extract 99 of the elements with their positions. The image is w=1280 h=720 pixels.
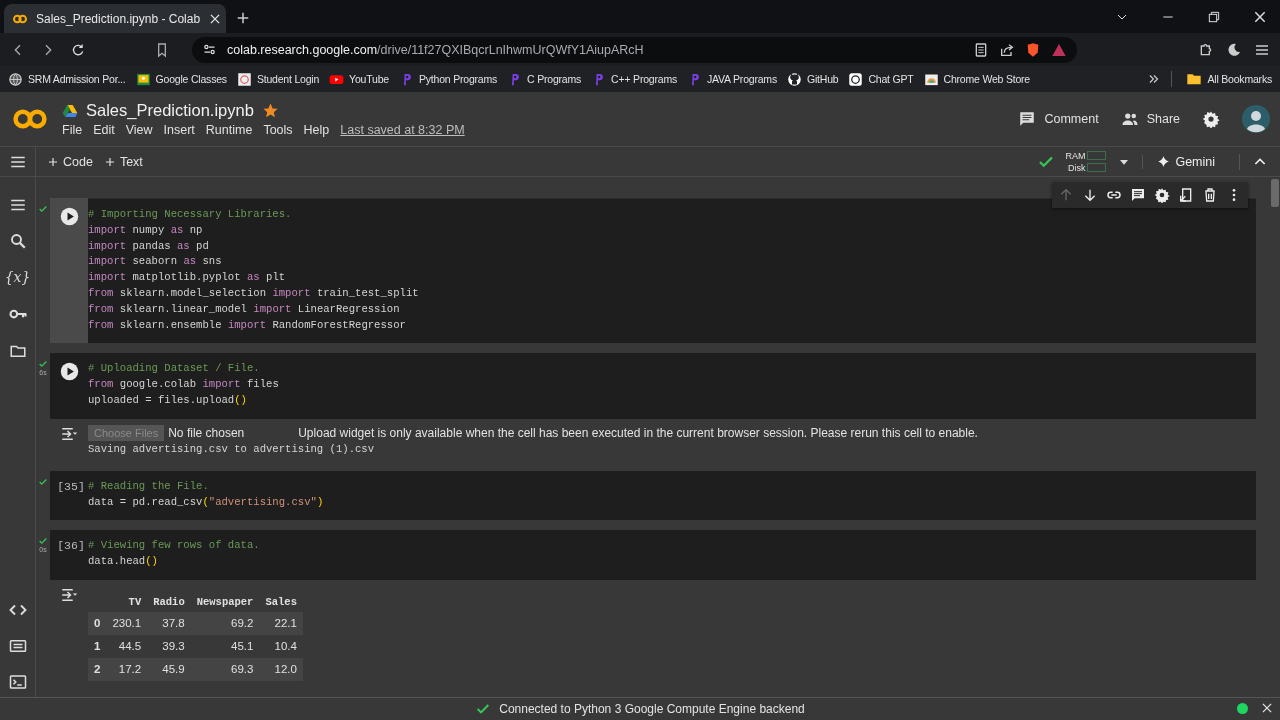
bookmark-link[interactable]: Student Login (232, 71, 324, 87)
column-header: TV (106, 591, 148, 612)
people-icon (1120, 110, 1139, 128)
extensions-icon[interactable] (1198, 41, 1214, 58)
code-cell[interactable]: [36] # Viewing few rows of data. data.head() (50, 530, 1256, 580)
bookmark-link[interactable]: C Programs (503, 71, 586, 87)
comment-button[interactable]: Comment (1018, 110, 1099, 128)
table-cell: 45.1 (190, 634, 260, 658)
comment-icon[interactable] (1130, 187, 1146, 203)
row-index: 0 (88, 611, 107, 635)
menu-item[interactable]: View (125, 123, 153, 137)
reader-icon[interactable] (973, 41, 989, 58)
moon-icon[interactable] (1226, 41, 1242, 58)
classroom-icon (135, 71, 151, 87)
search-icon[interactable] (8, 232, 27, 250)
status-message: Connected to Python 3 Google Compute Engine backend (499, 702, 805, 716)
close-icon[interactable] (1260, 701, 1274, 715)
bookmark-link[interactable]: Chrome Web Store (919, 71, 1034, 87)
column-header: Radio (147, 591, 191, 612)
code-text[interactable]: # Uploading Dataset / File. from google.colab import files uploaded = files.upload() (88, 361, 1256, 409)
output-text: Saving advertising.csv to advertising (1).csv (88, 442, 375, 455)
table-cell: 44.5 (106, 634, 148, 658)
command-palette-icon[interactable] (8, 637, 27, 655)
code-text[interactable]: # Importing Necessary Libraries. import numpy as np import pandas as pd import seaborn as sns import matplotlib.pyplot as plt from sklearn.model_selection import train_test_split from sklearn.linear_model import LinearRegression from sklearn.ensemble import RandomForestRegressor (88, 207, 1256, 334)
move-down-icon[interactable] (1082, 187, 1098, 203)
menu-item[interactable]: Tools (263, 123, 293, 137)
settings-icon[interactable] (1202, 110, 1220, 128)
delete-icon[interactable] (1202, 187, 1218, 203)
menu-item[interactable]: Help (303, 123, 330, 137)
table-cell: 69.2 (190, 611, 260, 635)
add-text-button[interactable]: Text (102, 154, 143, 169)
bookmark-folder[interactable]: All Bookmarks (1182, 71, 1276, 87)
browser-tab[interactable]: Sales_Prediction.ipynb - Colab (4, 4, 226, 33)
drive-icon (62, 102, 78, 119)
bookmark-link[interactable]: GitHub (782, 71, 843, 87)
table-cell: 22.1 (259, 611, 303, 635)
sparkle-icon (1157, 155, 1171, 168)
check-icon (38, 359, 48, 370)
menu-item[interactable]: Edit (93, 123, 115, 137)
terminal-icon[interactable] (8, 673, 27, 691)
resources-indicator[interactable]: RAM Disk (1065, 149, 1107, 174)
folder-icon (1186, 71, 1203, 87)
row-index: 1 (88, 634, 107, 658)
check-icon (38, 204, 48, 214)
column-header: Sales (259, 591, 303, 612)
add-code-button[interactable]: Code (46, 154, 93, 169)
site-settings-icon[interactable] (202, 42, 217, 57)
table-cell: 39.3 (147, 634, 191, 658)
code-cell[interactable] (50, 198, 1256, 344)
bookmark-link[interactable]: YouTube (325, 71, 393, 87)
run-button-icon[interactable] (59, 207, 79, 226)
bookmark-link[interactable]: Chat GPT (844, 71, 918, 87)
close-icon[interactable] (1252, 9, 1268, 25)
table-cell: 69.3 (190, 657, 260, 681)
column-header: Newspaper (190, 591, 260, 612)
mirror-cell-icon[interactable] (1178, 187, 1194, 203)
bookmark-link[interactable]: JAVA Programs (683, 71, 781, 87)
settings-icon[interactable] (1154, 187, 1170, 203)
code-text[interactable]: # Viewing few rows of data. data.head() (88, 538, 1256, 570)
row-index: 2 (88, 657, 107, 681)
share-icon[interactable] (999, 41, 1015, 58)
chat-icon (848, 71, 864, 87)
table-cell: 12.0 (259, 657, 303, 681)
gemini-button[interactable]: Gemini (1142, 154, 1229, 169)
execution-count: [36] (57, 539, 85, 555)
star-icon[interactable] (261, 102, 279, 119)
avatar[interactable] (1242, 105, 1270, 133)
check-icon (38, 536, 48, 547)
execution-count: [35] (57, 479, 85, 495)
table-cell: 230.1 (106, 611, 148, 635)
table-cell: 10.4 (259, 634, 303, 658)
last-saved-link[interactable]: Last saved at 8:32 PM (340, 123, 465, 137)
bookmark-link[interactable]: Google Classes (131, 71, 231, 87)
comment-icon (1018, 110, 1037, 128)
portal-icon (236, 71, 252, 87)
notebook-title[interactable]: Sales_Prediction.ipynb (86, 101, 254, 120)
code-cell[interactable]: # Uploading Dataset / File. from google.colab import files uploaded = files.upload() (50, 353, 1256, 419)
code-text[interactable]: # Reading the File. data = pd.read_csv("advertising.csv") (88, 478, 1256, 511)
bookmark-link[interactable]: SRM Admission Por... (4, 71, 130, 87)
reload-icon[interactable] (70, 41, 86, 58)
upload-message: Upload widget is only available when the cell has been executed in the current browser session. Please rerun this cell to enable. (298, 425, 978, 440)
check-icon (38, 476, 48, 487)
table-cell: 37.8 (147, 611, 191, 635)
file-status: No file chosen (168, 425, 246, 440)
menu-item[interactable]: Insert (163, 123, 195, 137)
restore-icon[interactable] (1206, 9, 1222, 25)
share-button[interactable]: Share (1120, 110, 1180, 128)
globe-icon (8, 71, 23, 87)
menu-item[interactable]: Runtime (205, 123, 253, 137)
table-cell: 17.2 (106, 657, 148, 681)
run-button-icon[interactable] (59, 362, 79, 382)
variables-icon[interactable]: {x} (4, 268, 31, 286)
code-cell[interactable]: [35] # Reading the File. data = pd.read_csv("advertising.csv") (50, 470, 1256, 521)
address-bar[interactable]: colab.research.google.com/drive/11f27QXIBqcrLnIhwmUrQWfY1AiupARcH (192, 36, 1077, 63)
table-cell: 45.9 (147, 657, 191, 681)
bookmark-link[interactable]: C++ Programs (587, 71, 681, 87)
scrollbar-thumb[interactable] (1271, 179, 1279, 207)
bookmark-link[interactable]: Python Programs (394, 71, 502, 87)
menu-item[interactable]: File (62, 123, 83, 137)
